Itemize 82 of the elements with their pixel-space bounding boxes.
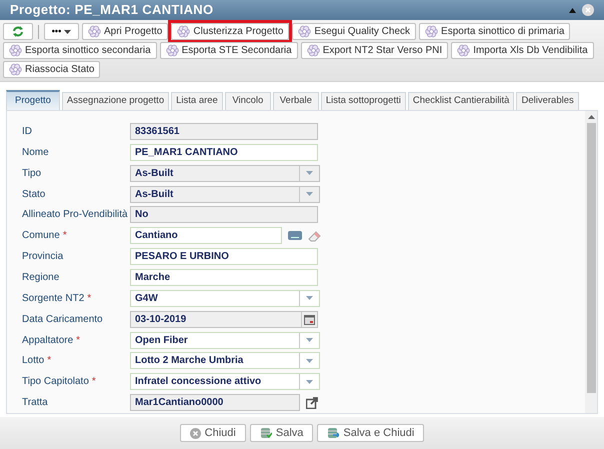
field-label: Nome bbox=[22, 146, 49, 160]
caret-icon bbox=[306, 380, 313, 384]
required-mark: * bbox=[47, 354, 52, 368]
flower-icon bbox=[166, 44, 179, 57]
footer-button[interactable]: Chiudi bbox=[180, 424, 246, 442]
toolbar-button[interactable]: Esegui Quality Check bbox=[292, 23, 416, 40]
external-link-icon[interactable] bbox=[306, 396, 318, 409]
keyboard-icon[interactable] bbox=[288, 231, 302, 240]
eraser-icon[interactable] bbox=[308, 230, 321, 242]
caret-icon bbox=[64, 30, 72, 34]
required-mark: * bbox=[92, 375, 96, 390]
tab[interactable]: Progetto bbox=[6, 90, 60, 110]
flower-icon bbox=[9, 63, 22, 76]
field-label: Tipo Capitolato bbox=[22, 375, 89, 390]
flower-icon bbox=[425, 25, 438, 38]
input-field[interactable]: 83361561 bbox=[130, 122, 318, 140]
tab[interactable]: Verbale bbox=[272, 92, 319, 110]
input-field[interactable]: Marche bbox=[130, 268, 318, 286]
caret-icon bbox=[306, 171, 313, 176]
input-field[interactable]: PE_MAR1 CANTIANO bbox=[130, 144, 318, 161]
refresh-button[interactable] bbox=[3, 23, 33, 40]
flower-icon bbox=[177, 25, 190, 38]
field-label: Tipo bbox=[22, 166, 42, 181]
refresh-icon bbox=[12, 26, 24, 37]
toolbar-button[interactable]: Clusterizza Progetto bbox=[171, 23, 290, 40]
flower-icon bbox=[306, 44, 320, 57]
caret-icon bbox=[306, 358, 313, 363]
tab[interactable]: Lista aree bbox=[171, 92, 223, 110]
field-label: Data Caricamento bbox=[22, 312, 103, 327]
tab[interactable]: Vincolo bbox=[224, 92, 271, 110]
tab[interactable]: Deliverables bbox=[516, 92, 579, 110]
toolbar-button[interactable]: Esporta STE Secondaria bbox=[160, 42, 298, 59]
flower-icon bbox=[9, 44, 22, 57]
tab[interactable]: Assegnazione progetto bbox=[62, 92, 170, 110]
dropdown-field[interactable]: Open Fiber bbox=[130, 332, 320, 349]
required-mark: * bbox=[87, 292, 92, 306]
database-icon bbox=[327, 427, 340, 439]
date-field[interactable]: 03-10-2019 bbox=[130, 310, 318, 328]
field-label: Stato bbox=[22, 188, 46, 202]
flower-icon bbox=[88, 25, 101, 38]
tab[interactable]: Lista sottoprogetti bbox=[320, 92, 406, 110]
scrollbar[interactable] bbox=[585, 111, 597, 413]
required-mark: * bbox=[62, 229, 67, 244]
calendar-icon[interactable] bbox=[301, 312, 317, 327]
toolbar-button[interactable]: Esporta sinottico di primaria bbox=[419, 23, 570, 40]
field-label: Provincia bbox=[22, 250, 64, 264]
window-title: Progetto: PE_MAR1 CANTIANO bbox=[10, 1, 214, 20]
dropdown-field[interactable]: Lotto 2 Marche Umbria bbox=[130, 352, 320, 370]
field-label: Regione bbox=[22, 270, 60, 285]
input-field[interactable]: No bbox=[130, 206, 318, 224]
toolbar-button[interactable]: Esporta sinottico secondaria bbox=[3, 42, 157, 59]
caret-icon bbox=[306, 296, 313, 300]
field-label: Lotto bbox=[22, 354, 44, 368]
dropdown-field[interactable]: G4W bbox=[130, 290, 320, 307]
field-label: Allineato Pro-Vendibilità bbox=[22, 208, 128, 222]
toolbar-button[interactable]: Export NT2 Star Verso PNI bbox=[300, 42, 448, 59]
caret-icon bbox=[306, 338, 313, 342]
field-label: ID bbox=[22, 124, 32, 139]
input-field[interactable]: PESARO E URBINO bbox=[130, 248, 318, 266]
toolbar-button[interactable]: Importa Xls Db Vendibilita bbox=[451, 42, 594, 59]
toolbar-button[interactable]: Apri Progetto bbox=[82, 23, 168, 40]
input-field[interactable]: Mar1Cantiano0000 bbox=[130, 394, 300, 412]
flower-icon bbox=[298, 25, 312, 38]
more-dropdown[interactable]: ••• bbox=[44, 23, 79, 40]
field-label: Sorgente NT2 bbox=[22, 292, 84, 306]
required-mark: * bbox=[76, 334, 80, 348]
tab[interactable]: Checklist Cantierabilità bbox=[408, 92, 514, 110]
database-icon bbox=[260, 427, 272, 439]
footer-button[interactable]: Salva e Chiudi bbox=[317, 424, 424, 442]
field-label: Appaltatore bbox=[22, 334, 74, 348]
toolbar-button[interactable]: Riassocia Stato bbox=[3, 61, 100, 78]
input-field[interactable]: Cantiano bbox=[130, 227, 282, 244]
caret-icon bbox=[306, 192, 313, 196]
close-icon bbox=[190, 428, 201, 438]
footer-button[interactable]: Salva bbox=[250, 424, 314, 442]
collapse-icon[interactable] bbox=[569, 8, 576, 12]
close-icon[interactable] bbox=[582, 4, 594, 16]
flower-icon bbox=[457, 44, 470, 57]
scroll-up-icon[interactable] bbox=[588, 115, 594, 119]
field-label: Tratta bbox=[22, 396, 48, 410]
dropdown-field[interactable]: Infratel concessione attivo bbox=[130, 373, 320, 390]
field-label: Comune bbox=[22, 229, 60, 244]
